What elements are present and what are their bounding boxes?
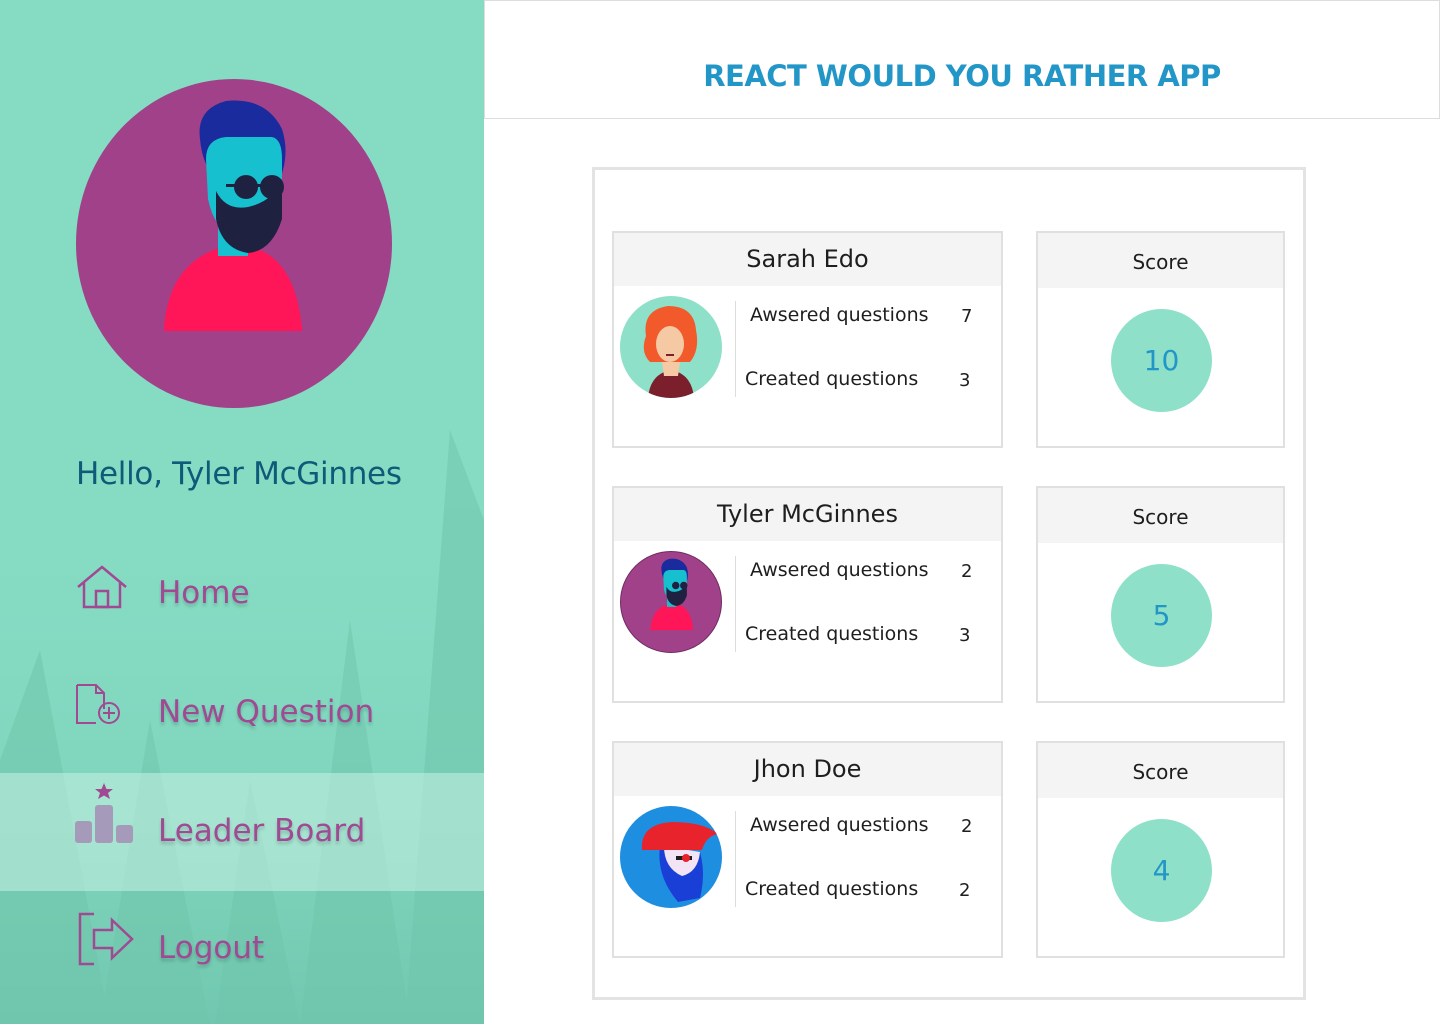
bearded-man-sunglasses-avatar bbox=[620, 551, 722, 653]
answered-label: Awsered questions bbox=[750, 814, 929, 836]
nav-item-home[interactable]: Home bbox=[0, 535, 484, 653]
score-label: Score bbox=[1038, 488, 1283, 543]
card-divider bbox=[735, 301, 736, 397]
app-header: REACT WOULD YOU RATHER APP bbox=[484, 0, 1440, 119]
new-document-icon bbox=[76, 684, 120, 724]
card-divider bbox=[735, 556, 736, 652]
user-name: Sarah Edo bbox=[614, 233, 1001, 286]
answered-label: Awsered questions bbox=[750, 304, 929, 326]
app-title: REACT WOULD YOU RATHER APP bbox=[703, 59, 1221, 93]
house-icon bbox=[77, 565, 127, 609]
score-card: Score 4 bbox=[1036, 741, 1285, 958]
created-label: Created questions bbox=[745, 878, 919, 900]
greeting: Hello, Tyler McGinnes bbox=[76, 456, 402, 492]
nav-label-leader-board: Leader Board bbox=[158, 813, 366, 849]
created-count: 3 bbox=[959, 625, 971, 646]
score-card: Score 10 bbox=[1036, 231, 1285, 448]
nav-label-new-question: New Question bbox=[158, 694, 375, 730]
created-count: 2 bbox=[959, 880, 971, 901]
answered-count: 7 bbox=[961, 306, 973, 327]
podium-star-icon bbox=[75, 783, 133, 843]
score-value: 4 bbox=[1111, 819, 1212, 922]
man-red-cap-avatar bbox=[620, 806, 722, 908]
created-count: 3 bbox=[959, 370, 971, 391]
user-card: Sarah Edo Awsered questions 7 Created qu… bbox=[612, 231, 1003, 448]
score-label: Score bbox=[1038, 233, 1283, 288]
answered-count: 2 bbox=[961, 561, 973, 582]
nav-label-logout: Logout bbox=[158, 930, 265, 966]
score-value: 10 bbox=[1111, 309, 1212, 412]
score-card: Score 5 bbox=[1036, 486, 1285, 703]
sidebar: Hello, Tyler McGinnes Home New Question … bbox=[0, 0, 484, 1024]
created-label: Created questions bbox=[745, 368, 919, 390]
answered-count: 2 bbox=[961, 816, 973, 837]
created-label: Created questions bbox=[745, 623, 919, 645]
nav-label-home: Home bbox=[158, 575, 250, 611]
answered-label: Awsered questions bbox=[750, 559, 929, 581]
user-card: Jhon Doe Awsered questions 2 Created que… bbox=[612, 741, 1003, 958]
user-card: Tyler McGinnes Awsered questions 2 Creat… bbox=[612, 486, 1003, 703]
user-name: Jhon Doe bbox=[614, 743, 1001, 796]
user-avatar bbox=[76, 79, 392, 408]
user-name: Tyler McGinnes bbox=[614, 488, 1001, 541]
score-label: Score bbox=[1038, 743, 1283, 798]
red-haired-woman-avatar bbox=[620, 296, 722, 398]
nav-item-logout[interactable]: Logout bbox=[0, 892, 484, 1010]
nav-item-new-question[interactable]: New Question bbox=[0, 655, 484, 773]
logout-arrow-icon bbox=[78, 912, 134, 966]
card-divider bbox=[735, 811, 736, 907]
nav-item-leader-board[interactable]: Leader Board bbox=[0, 773, 484, 891]
score-value: 5 bbox=[1111, 564, 1212, 667]
